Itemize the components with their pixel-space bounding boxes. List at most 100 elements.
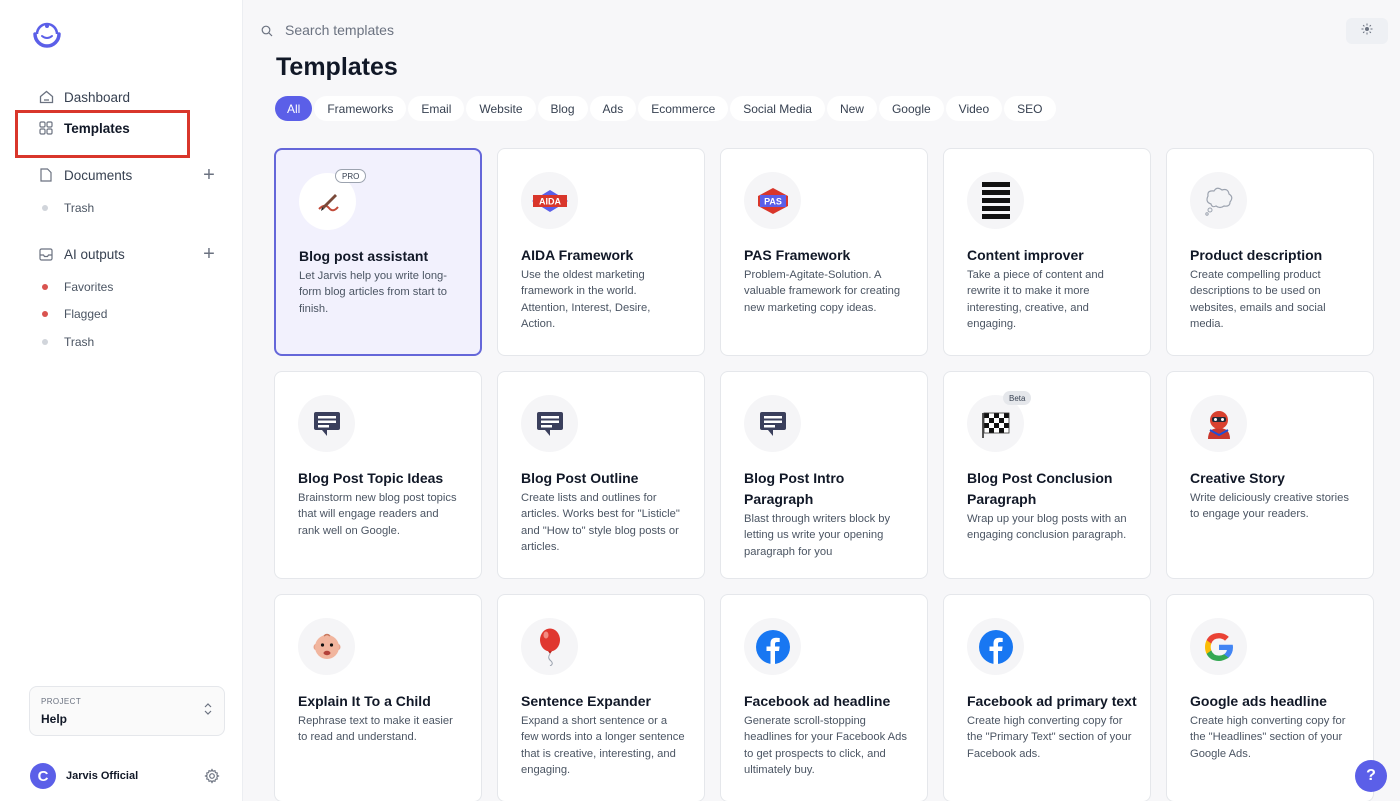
template-description: Expand a short sentence or a few words i… <box>521 715 685 776</box>
template-description: Create compelling product descriptions t… <box>1190 269 1326 330</box>
gear-icon[interactable] <box>204 768 220 784</box>
inbox-icon <box>38 246 54 262</box>
template-description: Wrap up your blog posts with an engaging… <box>967 513 1127 542</box>
template-title: Google ads headline <box>1190 693 1327 709</box>
template-grid: PRO Blog post assistant Let Jarvis help yo… <box>274 148 1374 801</box>
template-card[interactable]: Explain It To a Child Rephrase text to ma… <box>274 594 482 801</box>
outputs-trash-label: Trash <box>64 335 95 349</box>
documents-trash-label: Trash <box>64 201 95 215</box>
tab-website[interactable]: Website <box>466 96 536 121</box>
lines-icon <box>967 172 1024 229</box>
template-description: Blast through writers block by letting u… <box>744 513 891 558</box>
tab-frameworks[interactable]: Frameworks <box>314 96 407 121</box>
template-card[interactable]: PRO Blog post assistant Let Jarvis help yo… <box>274 148 482 356</box>
template-card[interactable]: Google ads headline Create high convertin… <box>1166 594 1374 801</box>
template-description: Take a piece of content and rewrite it t… <box>967 269 1104 330</box>
help-button[interactable]: ? <box>1355 760 1387 792</box>
template-card[interactable]: Sentence Expander Expand a short sentence… <box>497 594 705 801</box>
template-card[interactable]: Blog Post Topic Ideas Brainstorm new blog… <box>274 371 482 579</box>
template-title: Blog post assistant <box>299 248 429 264</box>
chat-bubble-icon <box>744 395 801 452</box>
tab-new[interactable]: New <box>826 96 877 121</box>
nav-ai-outputs-label: AI outputs <box>64 246 125 262</box>
template-card[interactable]: AIDA AIDA Framework Use the oldest marketi… <box>497 148 705 356</box>
user-name: Jarvis Official <box>66 770 139 782</box>
template-title: Blog Post Intro Paragraph <box>744 470 845 507</box>
template-description: Generate scroll-stopping headlines for y… <box>744 715 907 776</box>
tab-seo[interactable]: SEO <box>1004 96 1056 121</box>
chevron-updown-icon <box>204 703 212 717</box>
jarvis-logo-icon[interactable] <box>31 22 63 50</box>
sun-icon <box>1361 22 1373 40</box>
search-input[interactable] <box>285 22 585 38</box>
template-title: Product description <box>1190 247 1323 263</box>
outputs-flagged[interactable]: Flagged <box>42 307 107 321</box>
template-badge: Beta <box>1003 391 1032 405</box>
template-description: Rephrase text to make it easier to read … <box>298 715 453 744</box>
template-title: Blog Post Conclusion Paragraph <box>967 470 1113 507</box>
template-card[interactable]: Blog Post Outline Create lists and outlin… <box>497 371 705 579</box>
template-description: Create high converting copy for the "Pri… <box>967 715 1132 760</box>
template-card[interactable]: PAS PAS Framework Problem-Agitate-Solution… <box>720 148 928 356</box>
flagged-dot-icon <box>42 311 48 317</box>
outputs-favorites-label: Favorites <box>64 280 114 294</box>
template-title: AIDA Framework <box>521 247 634 263</box>
tab-video[interactable]: Video <box>945 96 1003 121</box>
template-description: Problem-Agitate-Solution. A valuable fra… <box>744 269 901 314</box>
outputs-favorites[interactable]: Favorites <box>42 280 113 294</box>
template-card[interactable]: Facebook ad primary text Create high conv… <box>943 594 1151 801</box>
tab-google[interactable]: Google <box>878 96 944 121</box>
template-card[interactable]: Facebook ad headline Generate scroll-stop… <box>720 594 928 801</box>
superhero-icon <box>1190 395 1247 452</box>
trash-dot-icon <box>42 339 48 345</box>
home-icon <box>38 89 54 105</box>
add-output-button[interactable]: + <box>201 244 217 264</box>
tab-social-media[interactable]: Social Media <box>730 96 825 121</box>
tab-ecommerce[interactable]: Ecommerce <box>638 96 729 121</box>
template-description: Create high converting copy for the "Hea… <box>1190 715 1346 760</box>
nav-dashboard[interactable]: Dashboard <box>38 89 130 105</box>
template-title: Explain It To a Child <box>298 693 431 709</box>
avatar[interactable]: C <box>30 763 56 789</box>
nav-documents[interactable]: Documents <box>38 167 132 183</box>
pas-logo-icon: PAS <box>744 172 801 229</box>
nav-documents-label: Documents <box>64 167 133 183</box>
chat-bubble-icon <box>521 395 578 452</box>
template-title: Blog Post Outline <box>521 470 639 486</box>
sidebar: Dashboard Templates Documents + Trash AI… <box>0 0 243 801</box>
template-card[interactable]: Product description Create compelling pro… <box>1166 148 1374 356</box>
add-document-button[interactable]: + <box>201 165 217 185</box>
template-title: Facebook ad primary text <box>967 693 1137 709</box>
template-card[interactable]: Creative Story Write deliciously creative… <box>1166 371 1374 579</box>
tab-email[interactable]: Email <box>408 96 465 121</box>
google-icon <box>1190 618 1247 675</box>
project-selector[interactable]: PROJECT Help <box>29 686 225 736</box>
template-card[interactable]: Blog Post Intro Paragraph Blast through w… <box>720 371 928 579</box>
baby-face-icon <box>298 618 355 675</box>
balloon-icon <box>521 618 578 675</box>
favorites-dot-icon <box>42 284 48 290</box>
facebook-icon <box>744 618 801 675</box>
template-description: Brainstorm new blog post topics that wil… <box>298 492 457 537</box>
tab-blog[interactable]: Blog <box>537 96 588 121</box>
outputs-trash[interactable]: Trash <box>42 335 94 349</box>
tab-all[interactable]: All <box>275 96 313 121</box>
template-card[interactable]: Content improver Take a piece of content … <box>943 148 1151 356</box>
theme-toggle-button[interactable] <box>1346 18 1388 44</box>
project-value: Help <box>41 712 68 726</box>
nav-ai-outputs[interactable]: AI outputs <box>38 246 125 262</box>
template-title: Creative Story <box>1190 470 1285 486</box>
project-label: PROJECT <box>41 697 82 706</box>
template-description: Let Jarvis help you write long-form blog… <box>299 270 447 315</box>
documents-trash[interactable]: Trash <box>42 201 94 215</box>
template-card[interactable]: Beta Blog Post Conclusion Paragraph Wrap u… <box>943 371 1151 579</box>
template-title: Facebook ad headline <box>744 693 891 709</box>
user-row[interactable]: C Jarvis Official <box>30 762 226 790</box>
search-bar[interactable] <box>261 22 585 38</box>
template-title: Content improver <box>967 247 1084 263</box>
chat-bubble-icon <box>298 395 355 452</box>
templates-highlight-box <box>15 110 190 158</box>
template-description: Create lists and outlines for articles. … <box>521 492 680 553</box>
template-description: Write deliciously creative stories to en… <box>1190 492 1349 521</box>
tab-ads[interactable]: Ads <box>589 96 637 121</box>
